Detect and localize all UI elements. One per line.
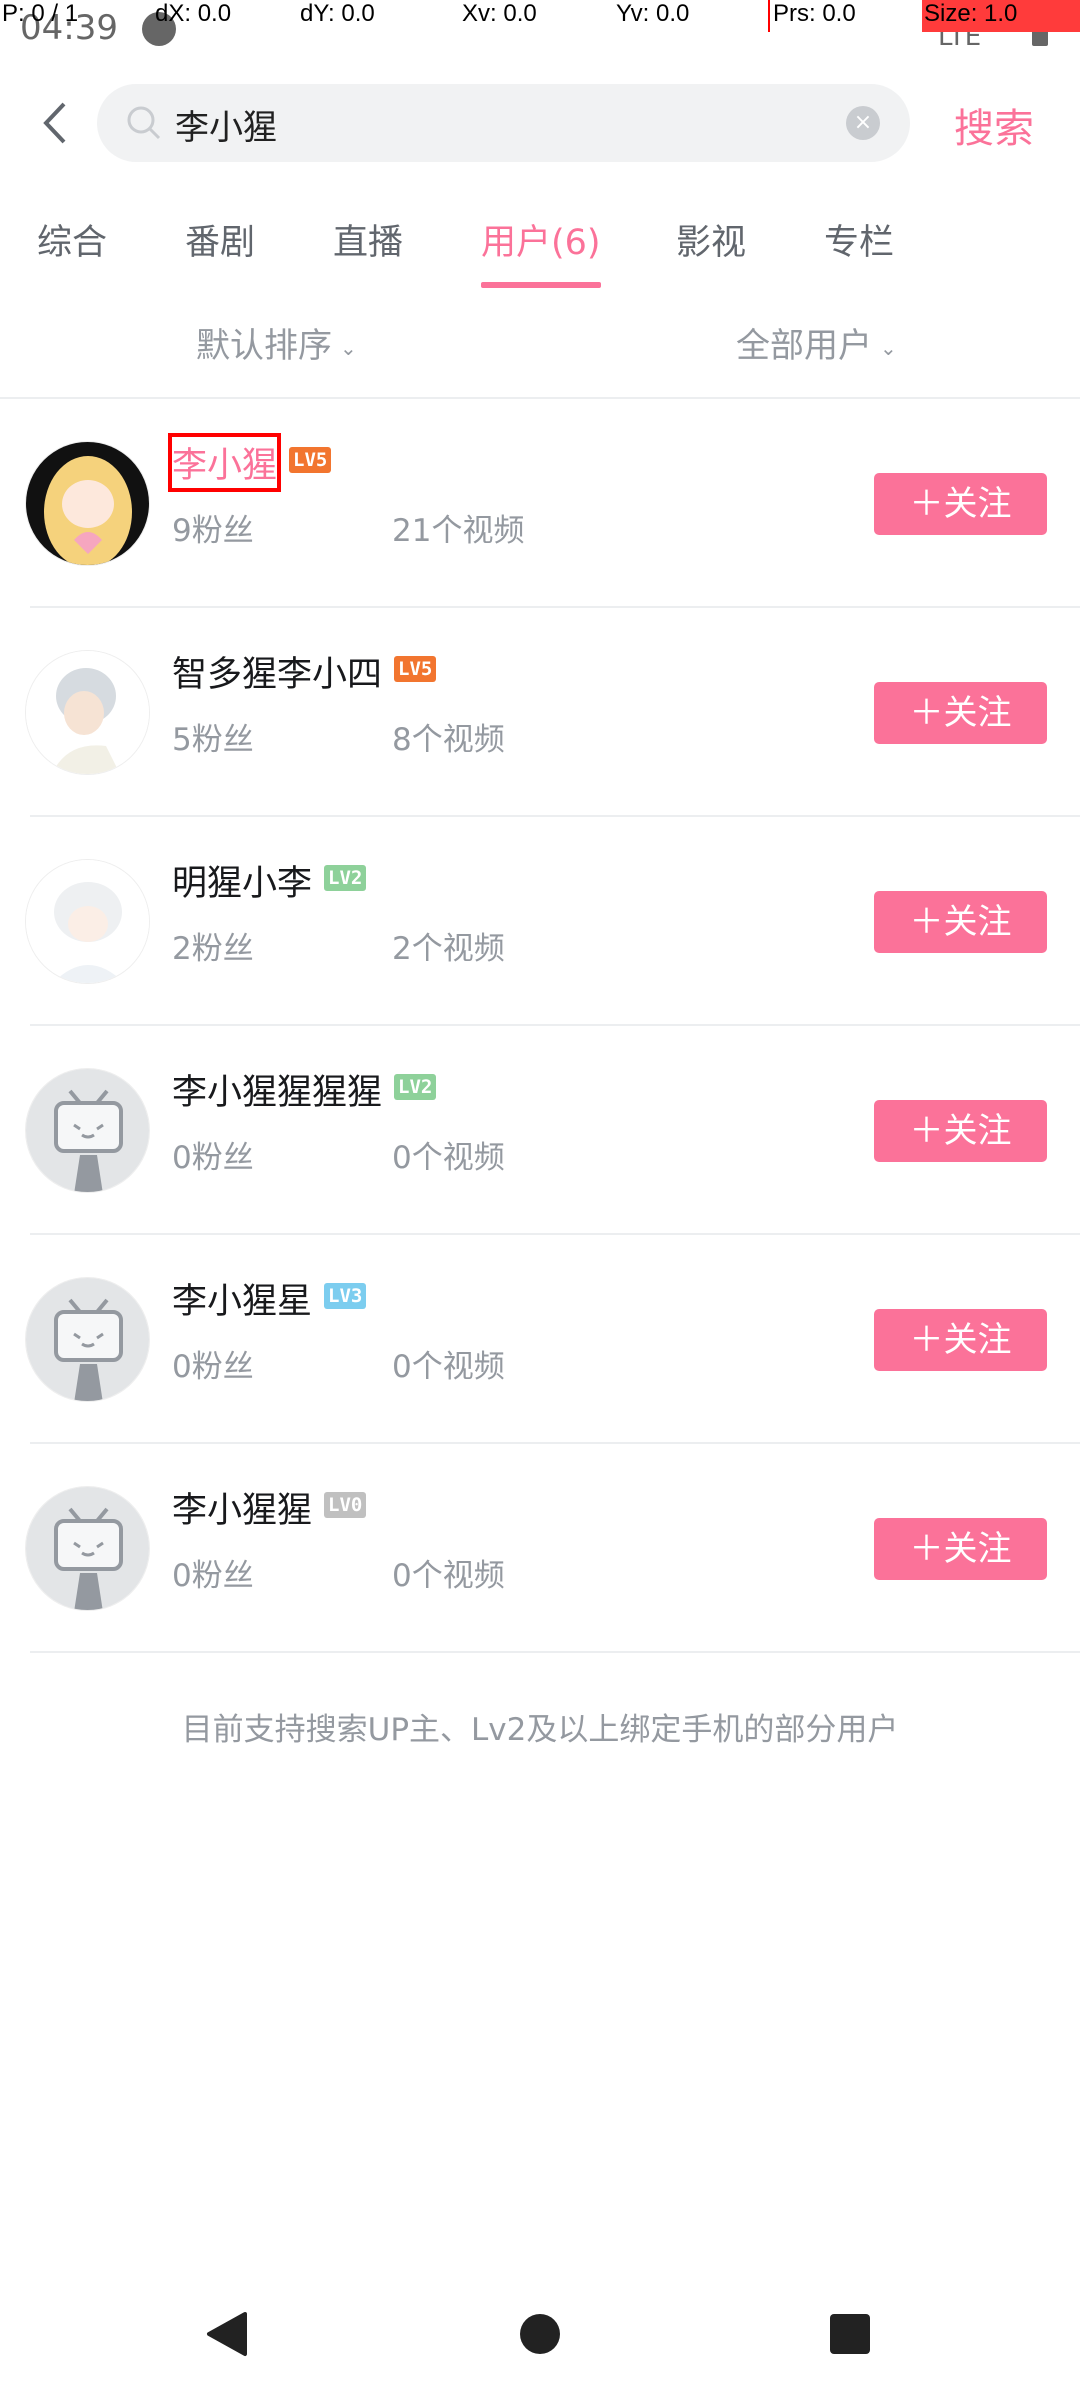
avatar[interactable] (25, 650, 150, 775)
follow-button[interactable]: ＋关注 (874, 1100, 1047, 1162)
video-count: 8个视频 (392, 722, 505, 758)
clear-icon[interactable]: × (846, 106, 880, 140)
nav-back-icon[interactable] (205, 2310, 249, 2358)
footer-note: 目前支持搜索UP主、Lv2及以上绑定手机的部分用户 (181, 1712, 899, 1748)
search-query: 李小猩 (175, 108, 277, 148)
follow-label: 关注 (943, 693, 1012, 733)
plus-icon: ＋ (909, 1320, 944, 1360)
user-row[interactable]: 明猩小李 LV2 2粉丝 2个视频 ＋关注 (0, 817, 1080, 1026)
back-button[interactable] (36, 100, 76, 146)
user-name[interactable]: 李小猩猩猩猩 (172, 1064, 382, 1115)
user-name[interactable]: 明猩小李 (172, 855, 312, 906)
level-badge: LV5 (289, 447, 332, 473)
fans-count: 0粉丝 (172, 1558, 254, 1594)
level-badge: LV2 (324, 865, 367, 891)
sort-label: 默认排序 (196, 326, 332, 366)
tab-all[interactable]: 综合 (37, 214, 107, 265)
plus-icon: ＋ (909, 1529, 944, 1569)
avatar[interactable] (25, 441, 150, 566)
user-name[interactable]: 李小猩猩 (172, 1482, 312, 1533)
chevron-down-icon: ⌄ (340, 335, 357, 360)
navigation-bar (0, 2300, 1080, 2370)
follow-button[interactable]: ＋关注 (874, 682, 1047, 744)
nav-recents-icon[interactable] (830, 2314, 870, 2354)
user-type-label: 全部用户 (736, 326, 872, 366)
debug-p: P: 0 / 1 (2, 0, 79, 27)
debug-dy: dY: 0.0 (300, 0, 375, 27)
avatar[interactable] (25, 1486, 150, 1611)
nav-home-icon[interactable] (520, 2314, 560, 2354)
search-input[interactable]: 李小猩 × (97, 84, 910, 162)
follow-button[interactable]: ＋关注 (874, 1518, 1047, 1580)
avatar[interactable] (25, 1277, 150, 1402)
follow-label: 关注 (943, 1111, 1012, 1151)
video-count: 2个视频 (392, 931, 505, 967)
debug-size: Size: 1.0 (922, 0, 1080, 32)
user-row[interactable]: 智多猩李小四 LV5 5粉丝 8个视频 ＋关注 (0, 608, 1080, 817)
tab-articles[interactable]: 专栏 (824, 214, 894, 265)
tab-users[interactable]: 用户(6) (481, 214, 601, 265)
tab-live[interactable]: 直播 (333, 214, 403, 265)
follow-label: 关注 (943, 902, 1012, 942)
level-badge: LV3 (324, 1283, 367, 1309)
divider (30, 1651, 1080, 1653)
user-name[interactable]: 李小猩 (167, 433, 282, 492)
video-count: 0个视频 (392, 1140, 505, 1176)
fans-count: 0粉丝 (172, 1140, 254, 1176)
follow-button[interactable]: ＋关注 (874, 1309, 1047, 1371)
debug-yv: Yv: 0.0 (616, 0, 690, 27)
follow-label: 关注 (943, 1529, 1012, 1569)
user-row[interactable]: 李小猩星 LV3 0粉丝 0个视频 ＋关注 (0, 1235, 1080, 1444)
avatar[interactable] (25, 1068, 150, 1193)
plus-icon: ＋ (909, 693, 944, 733)
user-type-dropdown[interactable]: 全部用户 ⌄ (736, 318, 897, 367)
sort-dropdown[interactable]: 默认排序 ⌄ (196, 318, 357, 367)
plus-icon: ＋ (909, 1111, 944, 1151)
user-row[interactable]: 李小猩猩猩猩 LV2 0粉丝 0个视频 ＋关注 (0, 1026, 1080, 1235)
chevron-left-icon (43, 102, 66, 144)
follow-button[interactable]: ＋关注 (874, 891, 1047, 953)
user-row[interactable]: 李小猩猩 LV0 0粉丝 0个视频 ＋关注 (0, 1444, 1080, 1653)
avatar[interactable] (25, 859, 150, 984)
active-tab-indicator (481, 282, 601, 288)
plus-icon: ＋ (909, 484, 944, 524)
debug-prs: Prs: 0.0 (768, 0, 856, 32)
fans-count: 2粉丝 (172, 931, 254, 967)
follow-label: 关注 (943, 1320, 1012, 1360)
follow-button[interactable]: ＋关注 (874, 473, 1047, 535)
debug-dx: dX: 0.0 (155, 0, 232, 27)
debug-xv: Xv: 0.0 (462, 0, 537, 27)
user-name[interactable]: 智多猩李小四 (172, 646, 382, 697)
user-name[interactable]: 李小猩星 (172, 1273, 312, 1324)
level-badge: LV0 (324, 1492, 367, 1518)
chevron-down-icon: ⌄ (880, 335, 897, 360)
video-count: 0个视频 (392, 1349, 505, 1385)
fans-count: 5粉丝 (172, 722, 254, 758)
level-badge: LV5 (394, 656, 437, 682)
search-button[interactable]: 搜索 (954, 96, 1034, 154)
video-count: 21个视频 (392, 513, 525, 549)
search-icon (127, 106, 161, 140)
video-count: 0个视频 (392, 1558, 505, 1594)
plus-icon: ＋ (909, 902, 944, 942)
tab-bar: 综合 番剧 直播 用户(6) 影视 专栏 (0, 208, 1080, 288)
tab-bangumi[interactable]: 番剧 (185, 214, 255, 265)
user-row[interactable]: 李小猩 LV5 9粉丝 21个视频 ＋关注 (0, 399, 1080, 608)
fans-count: 9粉丝 (172, 513, 254, 549)
fans-count: 0粉丝 (172, 1349, 254, 1385)
follow-label: 关注 (943, 484, 1012, 524)
tab-film[interactable]: 影视 (676, 214, 746, 265)
level-badge: LV2 (394, 1074, 437, 1100)
